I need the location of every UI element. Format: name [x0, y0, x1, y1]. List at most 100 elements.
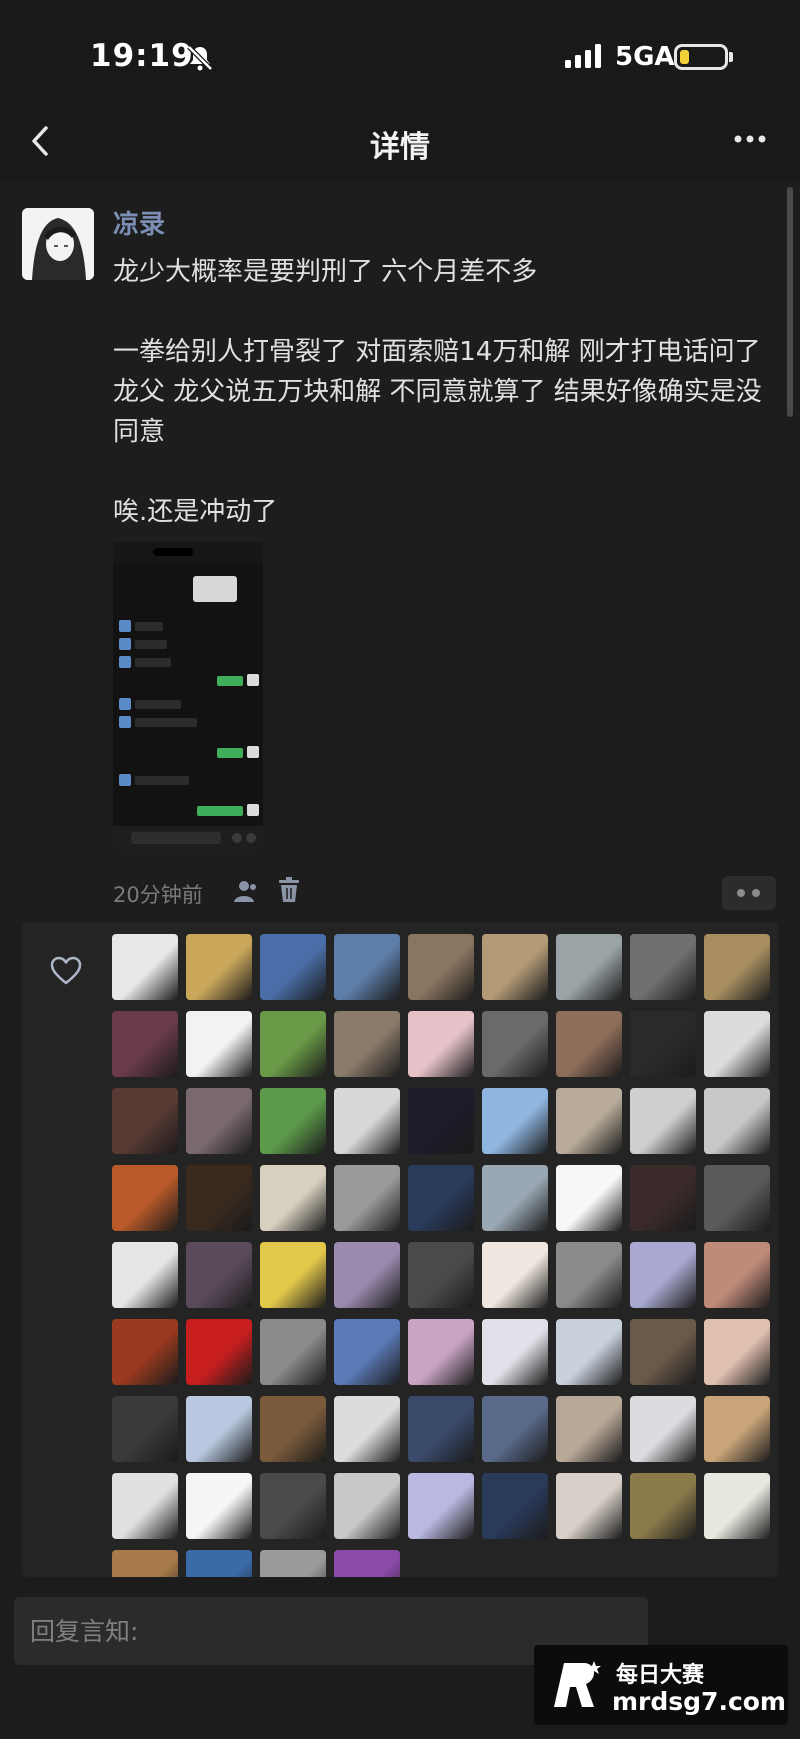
liker-avatar[interactable] — [112, 1550, 178, 1577]
liker-avatar[interactable] — [482, 1242, 548, 1308]
liker-avatar[interactable] — [630, 1242, 696, 1308]
liker-avatar[interactable] — [556, 1242, 622, 1308]
post-line: 唉.还是冲动了 — [113, 497, 278, 527]
liker-avatar[interactable] — [334, 1242, 400, 1308]
liker-avatar[interactable] — [186, 1319, 252, 1385]
liker-avatar[interactable] — [704, 1242, 770, 1308]
liker-avatar[interactable] — [260, 1242, 326, 1308]
liker-avatar[interactable] — [186, 1550, 252, 1577]
liker-avatar[interactable] — [112, 1165, 178, 1231]
liker-avatar[interactable] — [112, 1319, 178, 1385]
chat-screenshot-graphic — [113, 542, 263, 852]
nav-bar: 详情 — [0, 100, 800, 182]
liker-avatar[interactable] — [186, 1242, 252, 1308]
post-detail: 凉录 龙少大概率是要判刑了 六个月差不多 一拳给别人打骨裂了 对面索赔14万和解… — [0, 182, 800, 1577]
heart-icon — [50, 956, 82, 985]
liker-avatar[interactable] — [556, 1319, 622, 1385]
battery-icon — [674, 44, 728, 70]
liker-avatar[interactable] — [112, 1396, 178, 1462]
liker-avatar[interactable] — [112, 934, 178, 1000]
liker-avatar[interactable] — [408, 1396, 474, 1462]
liker-avatar[interactable] — [630, 1396, 696, 1462]
liker-avatar[interactable] — [260, 1550, 326, 1577]
trash-icon[interactable] — [278, 877, 300, 903]
dot — [737, 889, 745, 897]
liker-avatar[interactable] — [556, 1011, 622, 1077]
liker-avatar[interactable] — [704, 1396, 770, 1462]
liker-avatar[interactable] — [260, 1088, 326, 1154]
liker-avatar[interactable] — [186, 1165, 252, 1231]
more-options-icon[interactable] — [730, 124, 770, 154]
liker-avatar[interactable] — [704, 1011, 770, 1077]
likes-panel — [22, 922, 778, 1577]
liker-avatar[interactable] — [112, 1473, 178, 1539]
liker-avatar[interactable] — [334, 1473, 400, 1539]
liker-avatar[interactable] — [482, 1396, 548, 1462]
author-name[interactable]: 凉录 — [113, 204, 165, 241]
liker-avatar[interactable] — [334, 1088, 400, 1154]
liker-avatar[interactable] — [704, 934, 770, 1000]
liker-avatar[interactable] — [704, 1319, 770, 1385]
liker-avatar[interactable] — [186, 1088, 252, 1154]
liker-avatar[interactable] — [408, 1088, 474, 1154]
liker-avatar[interactable] — [408, 1011, 474, 1077]
liker-avatar[interactable] — [334, 1550, 400, 1577]
liker-avatar[interactable] — [408, 1319, 474, 1385]
liker-avatar[interactable] — [186, 1473, 252, 1539]
liker-avatar[interactable] — [334, 1011, 400, 1077]
liker-avatar[interactable] — [334, 934, 400, 1000]
liker-avatar[interactable] — [482, 1165, 548, 1231]
liker-avatar[interactable] — [260, 1473, 326, 1539]
liker-avatar[interactable] — [556, 1088, 622, 1154]
post-image-chat-screenshot[interactable] — [113, 542, 263, 852]
post-text: 龙少大概率是要判刑了 六个月差不多 一拳给别人打骨裂了 对面索赔14万和解 刚才… — [113, 252, 783, 532]
liker-avatar[interactable] — [260, 1011, 326, 1077]
liker-avatar[interactable] — [408, 1242, 474, 1308]
liker-avatar[interactable] — [556, 1473, 622, 1539]
liker-avatar[interactable] — [334, 1319, 400, 1385]
visibility-people-icon — [234, 881, 256, 902]
liker-avatar[interactable] — [186, 934, 252, 1000]
liker-avatar[interactable] — [482, 934, 548, 1000]
liker-avatar[interactable] — [260, 1165, 326, 1231]
dot — [752, 889, 760, 897]
liker-avatar[interactable] — [186, 1396, 252, 1462]
liker-avatar[interactable] — [556, 934, 622, 1000]
liker-avatar[interactable] — [482, 1011, 548, 1077]
liker-avatar[interactable] — [630, 1165, 696, 1231]
liker-avatar[interactable] — [556, 1165, 622, 1231]
liker-avatar[interactable] — [482, 1088, 548, 1154]
watermark-url: mrdsg7.com — [612, 1687, 786, 1716]
liker-avatar[interactable] — [112, 1011, 178, 1077]
liker-avatar[interactable] — [334, 1396, 400, 1462]
post-line-gap — [113, 292, 783, 332]
liker-avatar[interactable] — [482, 1319, 548, 1385]
author-avatar[interactable] — [22, 208, 94, 280]
liker-avatar[interactable] — [112, 1088, 178, 1154]
liker-avatar[interactable] — [112, 1242, 178, 1308]
liker-avatar[interactable] — [334, 1165, 400, 1231]
post-line: 龙少大概率是要判刑了 六个月差不多 — [113, 257, 538, 287]
liker-avatar[interactable] — [630, 1319, 696, 1385]
liker-avatar[interactable] — [630, 1011, 696, 1077]
liker-avatar[interactable] — [704, 1473, 770, 1539]
liker-avatar[interactable] — [408, 1165, 474, 1231]
liker-avatar[interactable] — [186, 1011, 252, 1077]
liker-avatar[interactable] — [630, 1473, 696, 1539]
liker-avatar[interactable] — [556, 1396, 622, 1462]
liker-avatar[interactable] — [630, 934, 696, 1000]
signal-icon — [565, 44, 601, 68]
liker-avatar[interactable] — [260, 1396, 326, 1462]
liker-avatar[interactable] — [482, 1473, 548, 1539]
scrollbar[interactable] — [787, 187, 793, 417]
liker-avatar[interactable] — [704, 1088, 770, 1154]
liker-avatar[interactable] — [408, 934, 474, 1000]
liker-avatar[interactable] — [260, 934, 326, 1000]
post-line: 一拳给别人打骨裂了 对面索赔14万和解 刚才打电话问了龙父 龙父说五万块和解 不… — [113, 337, 762, 447]
comment-like-button[interactable] — [722, 876, 776, 910]
manga-avatar-image — [22, 208, 94, 280]
liker-avatar[interactable] — [260, 1319, 326, 1385]
liker-avatar[interactable] — [704, 1165, 770, 1231]
liker-avatar[interactable] — [408, 1473, 474, 1539]
liker-avatar[interactable] — [630, 1088, 696, 1154]
